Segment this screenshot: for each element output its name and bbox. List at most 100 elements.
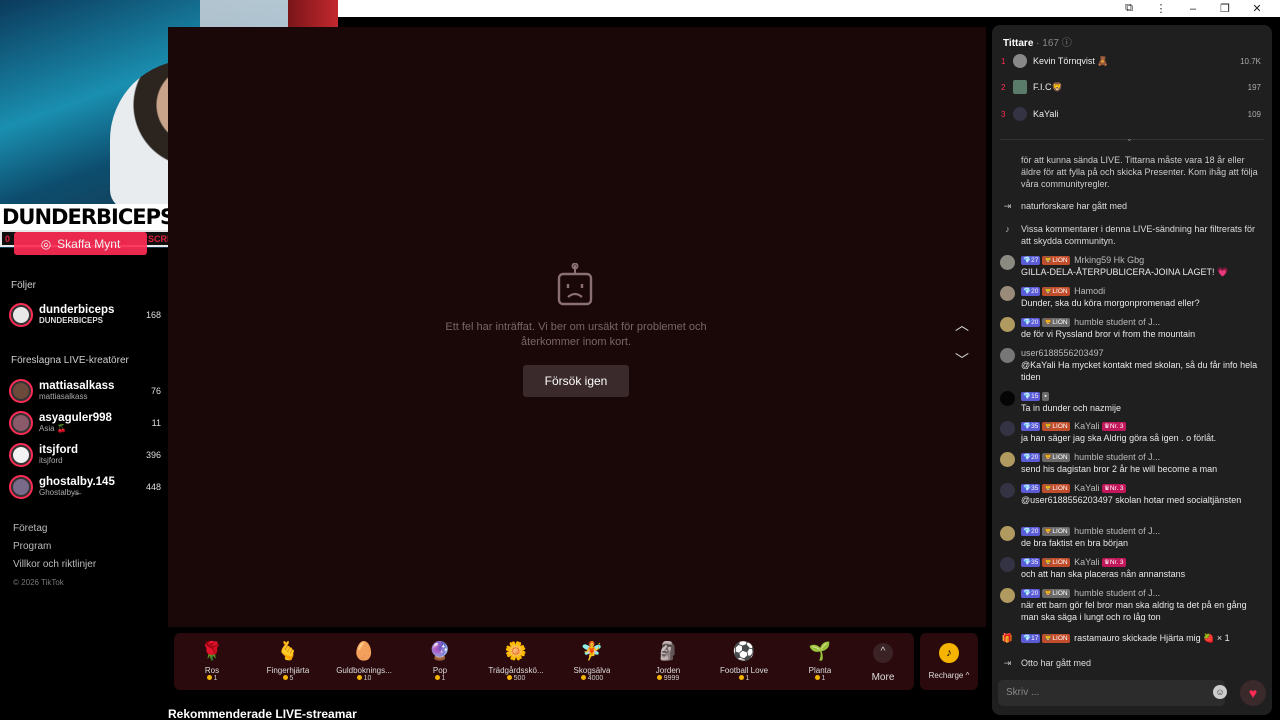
more-gifts-button[interactable]: ^ More [858,639,908,683]
restore-icon[interactable]: ❐ [1218,2,1232,15]
message-text: Ta in dunder och nazmije [1021,403,1122,413]
gift-item[interactable]: 🔮 Pop 1 [402,639,478,682]
minimize-icon[interactable]: – [1186,3,1200,15]
message-text: Otto har gått med [1021,658,1092,668]
lion-badge: 🦁LION [1042,634,1070,643]
gift-name: Fingerhjärta [266,666,310,675]
top-viewer[interactable]: 3 KaYali 109 [1001,106,1261,122]
error-message: Ett fel har inträffat. Vi ber om ursäkt … [445,321,707,348]
heart-icon[interactable]: ♥ [1240,680,1266,706]
goal-current: 0 [5,233,11,244]
next-stream-icon[interactable]: ﹀ [955,353,969,367]
more-label: More [871,672,895,683]
top-viewer[interactable]: 2 F.I.C🦁 197 [1001,79,1261,95]
avatar[interactable] [1000,526,1015,541]
username[interactable]: humble student of J... [1074,317,1160,327]
gift-name: Skogsälva [573,666,611,675]
creator-subtitle: Ghostalby̶s̶ [39,487,80,497]
avatar[interactable] [1000,452,1015,467]
info-icon[interactable]: ⓘ [1062,38,1072,49]
username[interactable]: KaYali [1074,421,1099,431]
message-text: rastamauro skickade Hjärta mig 🍓 × 1 [1074,633,1230,643]
message-text: de bra faktist en bra början [1021,538,1129,548]
gift-item[interactable]: 🗿 Jorden 9999 [630,639,706,682]
username[interactable]: KaYali [1074,557,1099,567]
more-icon[interactable]: ⋮ [1154,2,1168,15]
level-badge: 💎15 [1021,392,1041,401]
avatar[interactable] [1000,286,1015,301]
level-badge: 💎20 [1021,527,1041,536]
username[interactable]: KaYali [1074,483,1099,493]
username[interactable]: user6188556203497 [1021,348,1104,358]
recharge-button[interactable]: ♪ Recharge ^ [920,633,978,690]
coin-icon: ♪ [939,643,959,663]
message-text: Dunder, ska du köra morgonpromenad eller… [1021,298,1200,308]
suggested-item[interactable]: asyaguler998 Asia 🍒 11 [9,408,161,438]
viewers-header[interactable]: Tittare · 167 ⓘ [1003,34,1072,49]
avatar[interactable] [1000,255,1015,270]
username[interactable]: Hamodi [1074,286,1105,296]
message-text: de för vi Ryssland bror vi from the moun… [1021,329,1196,339]
lion-badge: 🦁LION [1042,453,1070,462]
gift-price: 5 [283,675,294,682]
gift-item[interactable]: ⚽ Football Love 1 [706,639,782,682]
get-coins-button[interactable]: ◎ Skaffa Mynt [14,232,147,255]
message-text: GILLA-DELA-ÅTERPUBLICERA-JOINA LAGET! 💗 [1021,267,1229,277]
avatar[interactable] [1000,348,1015,363]
gift-item[interactable]: 🫰 Fingerhjärta 5 [250,639,326,682]
link-company[interactable]: Företag [13,520,96,538]
avatar [9,411,33,435]
gift-icon: 🎁 [1001,633,1014,643]
previous-stream-icon[interactable]: ︿ [955,318,969,332]
gift-item[interactable]: 🌹 Ros 1 [174,639,250,682]
link-program[interactable]: Program [13,538,96,556]
retry-button[interactable]: Försök igen [523,365,629,397]
lion-badge: 🦁LION [1042,484,1070,493]
gift-item[interactable]: 🌼 Trädgårdsskö... 500 [478,639,554,682]
suggested-item[interactable]: mattiasalkass mattiasalkass 76 [9,376,161,406]
chat-message: för att kunna sända LIVE. Tittarna måste… [1021,154,1266,190]
gift-message: 🎁 💎17 🦁LION rastamauro skickade Hjärta mi… [1000,632,1266,647]
avatar [9,303,33,327]
username[interactable]: humble student of J... [1074,526,1160,536]
close-icon[interactable]: ✕ [1250,2,1264,15]
top-viewer[interactable]: 1 Kevin Törnqvist 🧸 10.7K [1001,53,1261,69]
chat-panel: Tittare · 167 ⓘ 1 Kevin Törnqvist 🧸 10.7… [992,25,1272,715]
level-badge: 💎20 [1021,453,1041,462]
chevron-down-icon[interactable]: ⌄ [1126,134,1133,143]
gift-price: 9999 [657,675,680,682]
link-terms[interactable]: Villkor och riktlinjer [13,556,96,574]
gift-name: Trädgårdsskö... [488,666,544,675]
username[interactable]: humble student of J... [1074,452,1160,462]
gift-item[interactable]: 🌱 Planta 1 [782,639,858,682]
join-icon: ⇥ [1003,201,1012,211]
chat-message: 💎35 🦁LION KaYali ♛Nr. 3 och att han ska p… [1000,556,1266,580]
chat-message: 💎20 🦁LION humble student of J... send his… [1000,451,1266,475]
system-message: ⇥ Otto har gått med [1000,657,1266,672]
following-item[interactable]: dunderbiceps DUNDERBICEPS 168 [9,300,161,330]
suggested-item[interactable]: itsjford itsjford 396 [9,440,161,470]
tiktok-live-page: ⧉ ⋮ – ❐ ✕ DUNDERBICEPS K ▣ ♪ ▶ ◎ f ◉ ☺ 0… [0,0,1280,720]
username[interactable]: humble student of J... [1074,588,1160,598]
viewer-count: 76 [150,386,161,396]
browser-title-bar: ⧉ ⋮ – ❐ ✕ [338,0,1280,17]
avatar[interactable] [1000,483,1015,498]
system-message: ♪ Vissa kommentarer i denna LIVE-sändnin… [1000,223,1266,247]
suggested-item[interactable]: ghostalby.145 Ghostalby̶s̶ 448 [9,472,161,502]
avatar[interactable] [1000,557,1015,572]
avatar[interactable] [1000,421,1015,436]
gift-name: Guldboknings... [336,666,392,675]
gift-bar: 🌹 Ros 1 🫰 Fingerhjärta 5 🥚 Guldboknings.… [174,633,914,690]
emoji-icon[interactable]: ☺ [1213,685,1227,699]
gift-item[interactable]: 🥚 Guldboknings... 10 [326,639,402,682]
message-text: Vissa kommentarer i denna LIVE-sändning … [1021,224,1255,246]
username[interactable]: Mrking59 Hk Gbg [1074,255,1144,265]
avatar[interactable] [1000,391,1015,406]
viewer-rank: 3 [1001,109,1006,119]
avatar[interactable] [1000,317,1015,332]
viewer-score: 197 [1247,82,1261,92]
extension-icon[interactable]: ⧉ [1122,2,1136,15]
gift-item[interactable]: 🧚 Skogsälva 4000 [554,639,630,682]
chat-input[interactable]: Skriv ... [998,680,1225,706]
avatar[interactable] [1000,588,1015,603]
